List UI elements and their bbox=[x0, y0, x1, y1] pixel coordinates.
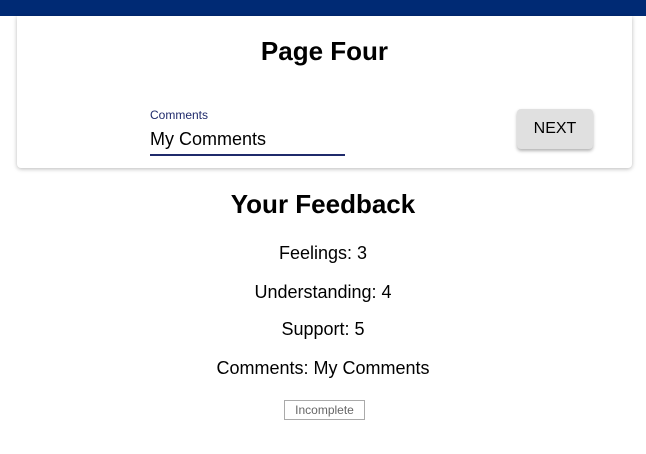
comments-field: Comments bbox=[150, 108, 345, 159]
status-badge: Incomplete bbox=[284, 400, 365, 420]
feedback-support: Support: 5 bbox=[281, 319, 365, 339]
feedback-title: Your Feedback bbox=[230, 189, 416, 219]
top-app-bar bbox=[0, 0, 646, 16]
feedback-understanding: Understanding: 4 bbox=[254, 282, 392, 302]
comments-label: Comments bbox=[150, 108, 209, 122]
next-button[interactable]: NEXT bbox=[517, 109, 593, 149]
feedback-feelings: Feelings: 3 bbox=[278, 243, 368, 263]
page-card: Page Four Comments NEXT bbox=[17, 16, 632, 168]
page-title: Page Four bbox=[260, 36, 389, 66]
feedback-comments: Comments: My Comments bbox=[216, 358, 430, 378]
comments-input[interactable] bbox=[150, 125, 345, 156]
feedback-section: Your Feedback bbox=[0, 186, 646, 222]
